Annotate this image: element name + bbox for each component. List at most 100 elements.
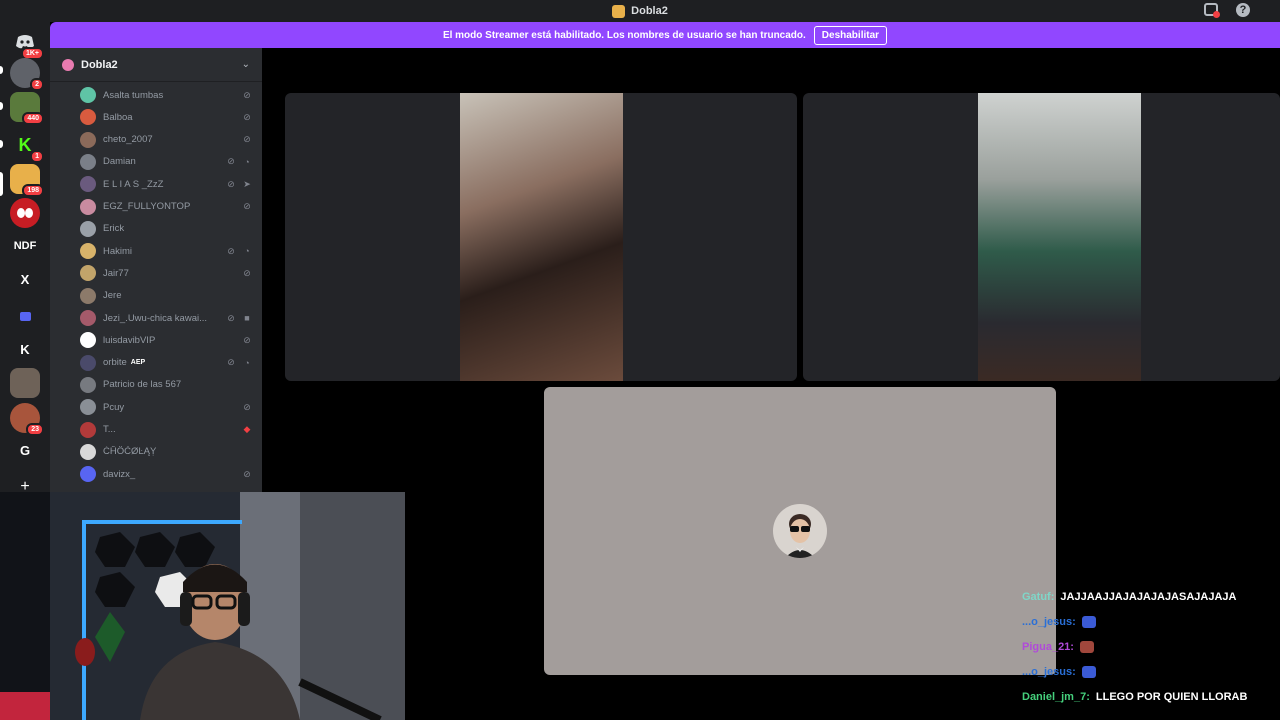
- voice-member[interactable]: luisdavibVIP ⊘: [80, 330, 252, 350]
- member-name: Erick: [103, 223, 125, 235]
- guild-badge: 23: [26, 423, 44, 436]
- member-name: Jezi_.Uwu-chica kawai...: [103, 312, 208, 324]
- disable-streamer-mode-button[interactable]: Deshabilitar: [813, 25, 888, 45]
- chat-message: ...o_jesus:: [1022, 659, 1280, 684]
- voice-member[interactable]: orbite AEP ⊘ ◔: [80, 353, 252, 373]
- voice-member[interactable]: Pcuy ⊘: [80, 397, 252, 417]
- guild-badge: 1: [30, 150, 44, 163]
- chat-emote-icon: [1081, 615, 1096, 628]
- voice-member[interactable]: Jezi_.Uwu-chica kawai... ⊘ ■: [80, 308, 252, 328]
- guild-badge: 440: [22, 112, 44, 125]
- voice-member[interactable]: Damian ⊘ ◔: [80, 152, 252, 172]
- chat-message: Gatuf: JAJJAAJJAJAJAJAJASAJAJAJA: [1022, 584, 1280, 609]
- mic-muted-icon: ⊘: [227, 312, 235, 323]
- server-icon-spiderman[interactable]: [10, 198, 40, 228]
- server-folder-icon[interactable]: [10, 301, 40, 331]
- selected-pill: [0, 172, 3, 196]
- chat-emote-icon: [1081, 665, 1096, 678]
- server-header[interactable]: Dobla2 ⌄: [50, 48, 262, 82]
- server-icon-dobla2[interactable]: 198: [10, 164, 44, 197]
- video-tile[interactable]: [285, 93, 797, 381]
- server-icon-photo[interactable]: [10, 368, 40, 398]
- rocket-icon: ➤: [243, 178, 251, 189]
- help-icon[interactable]: ?: [1236, 3, 1250, 17]
- avatar: [80, 153, 96, 170]
- inbox-icon[interactable]: [1204, 3, 1220, 18]
- deafened-icon: ◔: [244, 357, 250, 368]
- member-name: Damian: [103, 156, 136, 168]
- title-bar: Dobla2 ?: [0, 0, 1280, 22]
- server-list: 1K+ 2 440 K 1 198 NDF X K 23 G +: [0, 22, 50, 495]
- voice-member[interactable]: Hakimi ⊘ ◔: [80, 241, 252, 261]
- red-mic-muted-icon: ◆: [243, 424, 251, 434]
- member-name: T...: [103, 424, 116, 435]
- voice-member[interactable]: Patricio de las 567: [80, 375, 252, 395]
- server-icon-avatar-2[interactable]: 23: [10, 403, 44, 436]
- mic-muted-icon: ⊘: [243, 401, 251, 412]
- member-name: Pcuy: [103, 401, 125, 413]
- avatar: [80, 198, 96, 215]
- streamer-webcam-overlay: [0, 492, 405, 720]
- member-name: orbite: [103, 357, 127, 369]
- voice-member[interactable]: Erick: [80, 219, 252, 239]
- chat-message: Pigua_21:: [1022, 634, 1280, 659]
- server-icon-avatar[interactable]: 2: [10, 58, 44, 91]
- unread-pill: [0, 102, 3, 110]
- camera-icon: ■: [244, 313, 250, 323]
- server-icon-k[interactable]: K: [10, 334, 40, 364]
- streamer-mode-text: El modo Streamer está habilitado. Los no…: [442, 29, 806, 41]
- avatar: [80, 443, 96, 460]
- avatar: [80, 87, 96, 103]
- server-icon-ndf[interactable]: NDF: [10, 231, 40, 261]
- member-name: ĊĤÖĆØĿĄỴ: [103, 446, 157, 458]
- member-name: EGZ_FULLYONTOP: [103, 201, 191, 212]
- deafened-icon: ◔: [244, 246, 250, 257]
- mic-muted-icon: ⊘: [243, 201, 251, 211]
- voice-member[interactable]: E L I A S _ZzZ ⊘ ➤: [80, 174, 252, 194]
- member-name: davizx_: [103, 468, 136, 480]
- member-name: Jair77: [103, 267, 129, 279]
- server-icon: [62, 58, 74, 71]
- deafened-icon: ◔: [244, 156, 250, 167]
- chat-emote-icon: [1079, 640, 1094, 653]
- member-name: Patricio de las 567: [103, 379, 182, 391]
- voice-member[interactable]: T... ◆: [80, 420, 252, 440]
- voice-member[interactable]: Balboa ⊘: [80, 107, 252, 127]
- title-bar-actions: ?: [1204, 3, 1250, 18]
- mic-muted-icon: ⊘: [227, 357, 235, 368]
- voice-member[interactable]: EGZ_FULLYONTOP ⊘: [80, 197, 252, 217]
- mic-muted-icon: ⊘: [227, 245, 235, 256]
- voice-member[interactable]: Asalta tumbas ⊘: [80, 85, 252, 105]
- voice-member[interactable]: Jere: [80, 286, 252, 306]
- mic-muted-icon: ⊘: [243, 89, 251, 100]
- chat-username: Gatuf:: [1022, 590, 1055, 603]
- unread-pill: [0, 140, 3, 148]
- avatar: [80, 220, 96, 237]
- voice-member[interactable]: ĊĤÖĆØĿĄỴ: [80, 442, 252, 462]
- unread-pill: [0, 66, 3, 74]
- video-tile-focused[interactable]: [544, 387, 1056, 675]
- home-discord-icon[interactable]: 1K+: [10, 27, 44, 60]
- server-icon-minecraft[interactable]: 440: [10, 92, 44, 125]
- chat-username: ...o_jesus:: [1022, 615, 1076, 628]
- avatar: [80, 310, 96, 326]
- server-icon-g[interactable]: G: [10, 435, 40, 465]
- voice-member[interactable]: davizx_ ⊘: [80, 464, 252, 484]
- chat-message: ...o_jesus:: [1022, 609, 1280, 634]
- voice-member[interactable]: cheto_2007 ⊘: [80, 130, 252, 150]
- avatar: [80, 131, 96, 148]
- member-tag: AEP: [130, 359, 146, 367]
- avatar: [80, 354, 96, 371]
- window-title-group: Dobla2: [612, 4, 668, 18]
- server-icon-x[interactable]: X: [10, 264, 40, 294]
- avatar: [80, 399, 96, 416]
- video-tile[interactable]: [803, 93, 1280, 381]
- chat-text: JAJJAAJJAJAJAJAJASAJAJAJA: [1060, 590, 1237, 603]
- voice-member[interactable]: Jair77 ⊘: [80, 263, 252, 283]
- server-icon-kick[interactable]: K 1: [10, 130, 44, 163]
- chevron-down-icon: ⌄: [241, 59, 250, 70]
- member-name: Hakimi: [103, 245, 133, 257]
- window-title: Dobla2: [631, 5, 668, 17]
- member-name: Balboa: [103, 111, 133, 123]
- avatar: [80, 109, 96, 126]
